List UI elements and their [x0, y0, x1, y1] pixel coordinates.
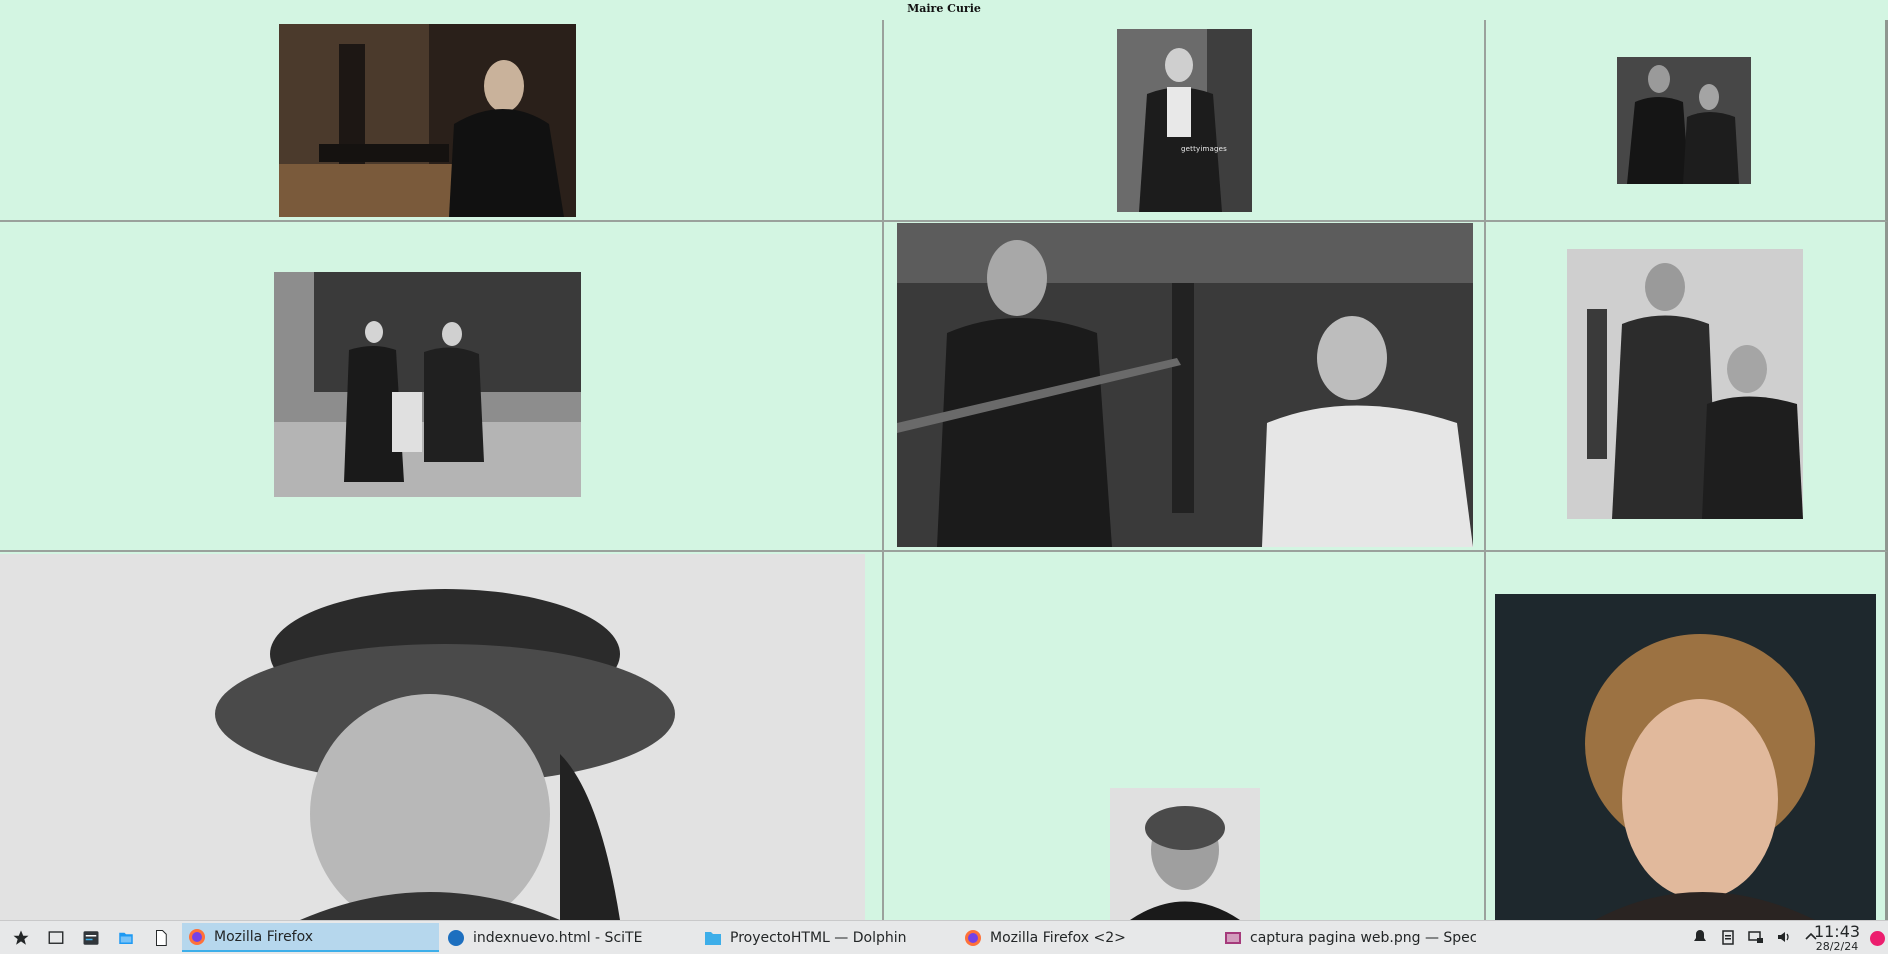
curie-seated-portrait-photo: gettyimages	[1117, 29, 1252, 212]
table-cell: gettyimages	[884, 20, 1486, 222]
watermark-text: gettyimages	[1181, 145, 1228, 153]
curie-at-lab-desk-photo	[279, 24, 576, 217]
recording-indicator-icon[interactable]	[1870, 931, 1885, 946]
table-cell	[0, 552, 884, 920]
curie-and-daughter-lab-photo	[1567, 249, 1803, 519]
actress-portrait-photo	[1495, 594, 1876, 920]
pierre-and-marie-curie-lab-photo	[897, 223, 1473, 547]
task-label: ProyectoHTML — Dolphin	[730, 929, 907, 946]
desktop-icon[interactable]	[43, 927, 69, 949]
clipboard-icon[interactable]	[1720, 929, 1736, 949]
table-cell	[0, 20, 884, 222]
new-document-icon[interactable]	[148, 927, 174, 949]
task-label: captura pagina web.png — Specta...	[1250, 929, 1476, 946]
spectacle-icon	[1224, 929, 1242, 947]
table-cell	[0, 222, 884, 552]
clock[interactable]: 11:43 28/2/24	[1812, 923, 1862, 953]
photo-table: gettyimages	[0, 20, 1888, 920]
curie-small-portrait-photo	[1110, 788, 1260, 920]
page-title: Maire Curie	[907, 2, 981, 15]
notifications-icon[interactable]	[1692, 929, 1708, 949]
star-icon[interactable]	[8, 927, 34, 949]
table-cell	[1486, 20, 1888, 222]
network-icon[interactable]	[1748, 929, 1764, 949]
curie-family-garden-photo	[274, 272, 581, 497]
taskbar: Mozilla Firefox indexnuevo.html - SciTE …	[0, 920, 1888, 954]
task-dolphin[interactable]: ProyectoHTML — Dolphin	[698, 923, 956, 952]
curie-with-daughter-photo	[1617, 57, 1751, 184]
volume-icon[interactable]	[1776, 929, 1792, 949]
table-cell	[1486, 552, 1888, 920]
system-monitor-icon[interactable]	[78, 927, 104, 949]
firefox-icon	[964, 929, 982, 947]
table-cell	[884, 552, 1486, 920]
clock-time: 11:43	[1813, 922, 1861, 941]
task-label: indexnuevo.html - SciTE	[473, 929, 643, 946]
scite-icon	[447, 929, 465, 947]
firefox-icon	[188, 928, 206, 946]
table-cell	[1486, 222, 1888, 552]
task-firefox-1[interactable]: Mozilla Firefox	[182, 923, 439, 952]
task-spectacle[interactable]: captura pagina web.png — Specta...	[1218, 923, 1476, 952]
table-cell	[884, 222, 1486, 552]
task-scite[interactable]: indexnuevo.html - SciTE	[441, 923, 696, 952]
file-manager-icon[interactable]	[113, 927, 139, 949]
curie-in-hat-closeup-photo	[0, 554, 865, 920]
folder-icon	[704, 929, 722, 947]
task-firefox-2[interactable]: Mozilla Firefox <2>	[958, 923, 1216, 952]
task-label: Mozilla Firefox	[214, 928, 314, 945]
task-label: Mozilla Firefox <2>	[990, 929, 1126, 946]
clock-date: 28/2/24	[1815, 940, 1859, 953]
